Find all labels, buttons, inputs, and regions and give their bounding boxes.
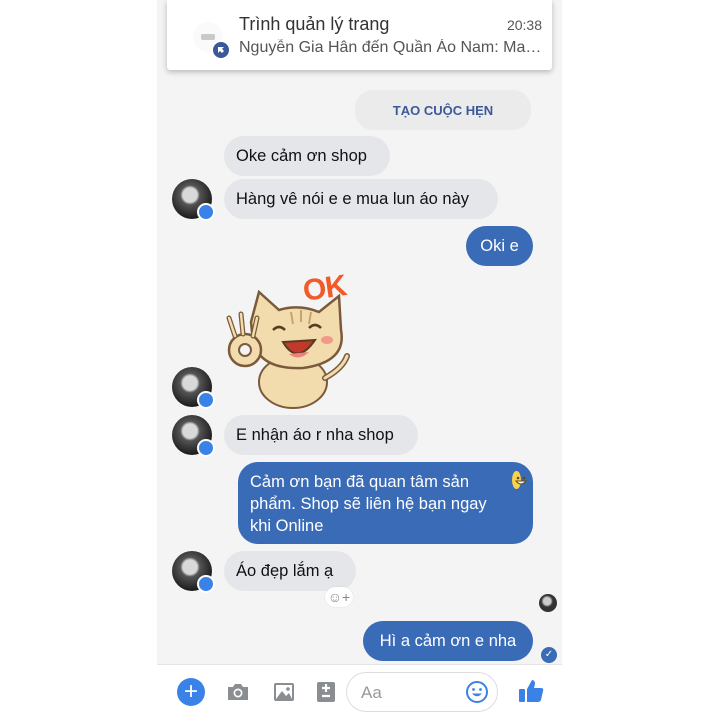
outgoing-message[interactable]: Cảm ơn bạn đã quan tâm sản phẩm. Shop sẽ…: [238, 462, 533, 544]
gallery-icon[interactable]: [271, 679, 297, 705]
avatar[interactable]: [172, 179, 215, 221]
sticker-ok-text: OK: [300, 269, 349, 308]
incoming-message[interactable]: Áo đẹp lắm ạ: [224, 551, 356, 591]
message-input[interactable]: Aa: [346, 672, 498, 712]
incoming-message[interactable]: Oke cảm ơn shop: [224, 136, 390, 176]
composer-bar: + Aa: [157, 664, 562, 720]
create-appointment-button[interactable]: TẠO CUỘC HẸN: [355, 90, 531, 130]
grinning-emoji-icon: [512, 471, 528, 489]
notification-title: Trình quản lý trang: [239, 14, 390, 34]
incoming-message[interactable]: Hàng vê nói e e mua lun áo này: [224, 179, 498, 219]
add-reaction-icon[interactable]: ☺+: [325, 587, 353, 607]
messenger-badge-icon: [197, 439, 215, 457]
notification-time: 20:38: [506, 17, 542, 33]
outgoing-message[interactable]: Oki e: [466, 226, 533, 266]
messenger-badge-icon: [197, 391, 215, 409]
notification-banner[interactable]: Trình quản lý trang 20:38 Nguyễn Gia Hân…: [167, 0, 552, 70]
emoji-icon[interactable]: [465, 680, 489, 704]
notification-text: Nguyễn Gia Hân đến Quần Áo Nam: Mai ...: [239, 39, 544, 56]
message-text: Cảm ơn bạn đã quan tâm sản phẩm. Shop sẽ…: [250, 473, 487, 535]
camera-icon[interactable]: [225, 679, 251, 705]
sticker-icon[interactable]: [313, 679, 339, 705]
thumbs-up-icon[interactable]: [517, 677, 545, 705]
plus-icon[interactable]: +: [177, 678, 205, 706]
message-input-placeholder: Aa: [361, 683, 382, 702]
seen-avatar: [539, 594, 557, 612]
messenger-badge-icon: [197, 575, 215, 593]
chat-screen: Trình quản lý trang 20:38 Nguyễn Gia Hân…: [157, 0, 562, 720]
pages-manager-badge-icon: [211, 40, 231, 60]
avatar[interactable]: [172, 367, 215, 409]
avatar[interactable]: [172, 551, 215, 593]
messenger-badge-icon: [197, 203, 215, 221]
avatar[interactable]: [172, 415, 215, 457]
incoming-message[interactable]: E nhận áo r nha shop: [224, 415, 418, 455]
cat-ok-sticker[interactable]: OK: [221, 269, 361, 410]
delivered-check-icon: ✓: [541, 647, 557, 663]
outgoing-message[interactable]: Hì a cảm ơn e nha: [363, 621, 533, 661]
